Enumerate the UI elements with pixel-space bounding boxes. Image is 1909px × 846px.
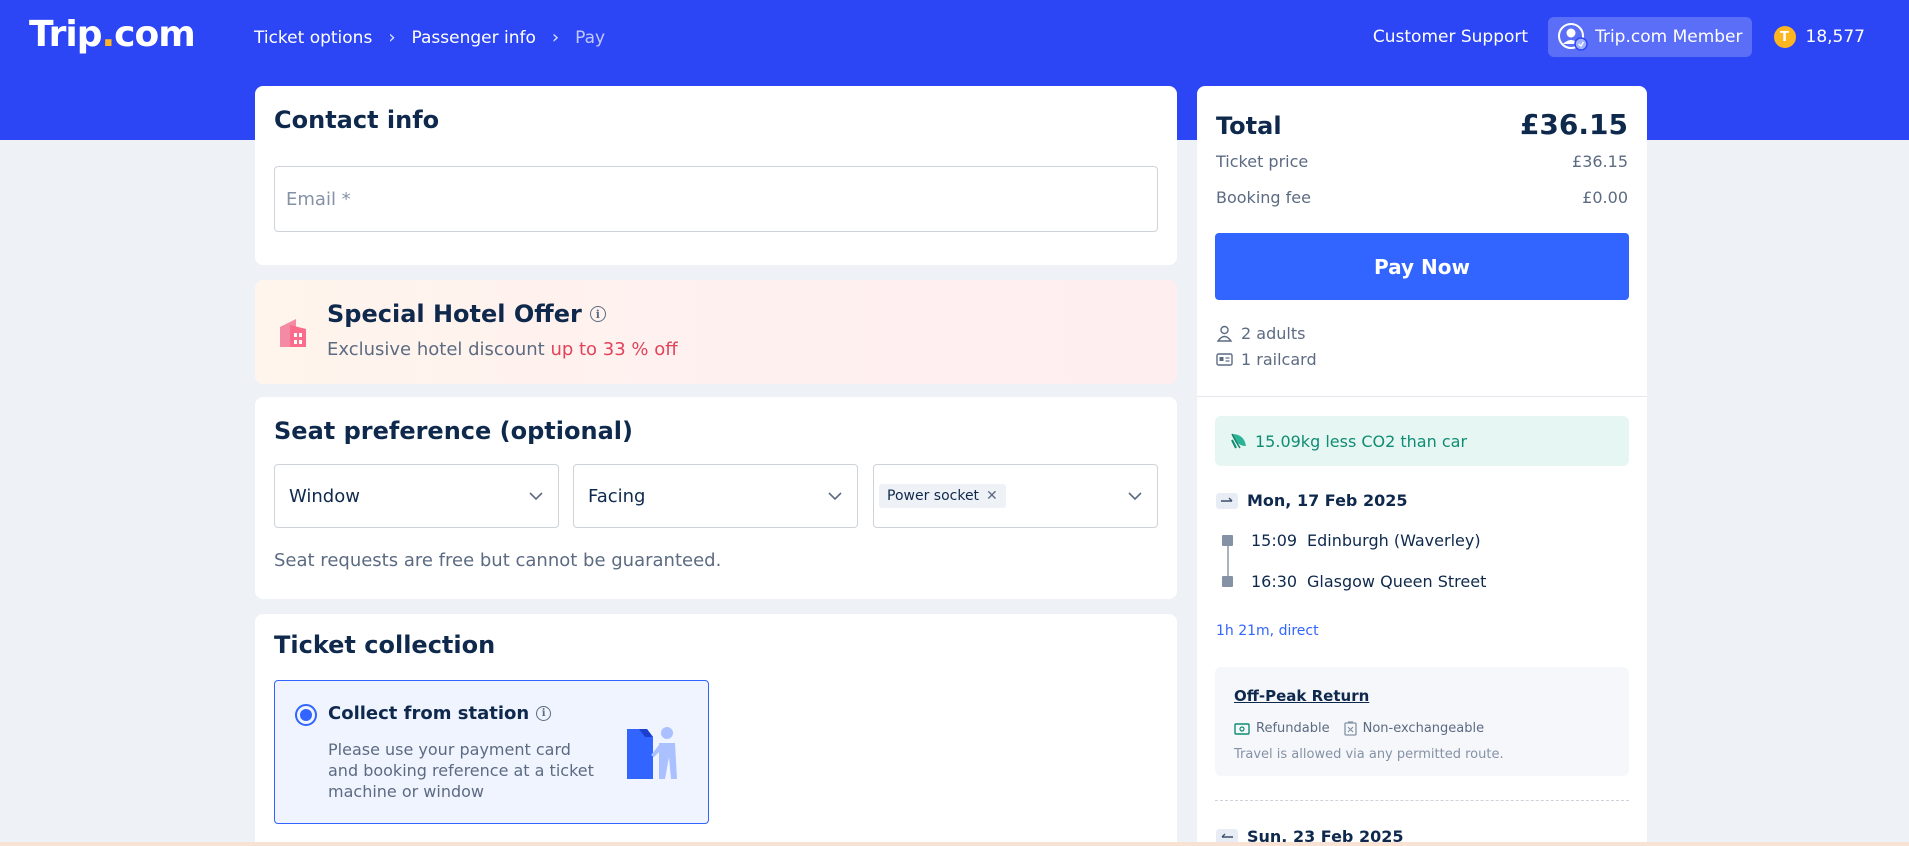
seat-direction-select[interactable]: Facing: [573, 464, 858, 528]
user-avatar-icon: [1557, 21, 1589, 53]
info-icon[interactable]: i: [589, 306, 606, 322]
email-field[interactable]: [274, 166, 1158, 232]
seat-preference-title: Seat preference (optional): [274, 417, 633, 445]
total-amount: £36.15: [1519, 108, 1628, 141]
collect-from-station-option[interactable]: Collect from station i Please use your p…: [274, 680, 709, 824]
booking-fee-label: Booking fee: [1216, 188, 1311, 207]
member-button[interactable]: Trip.com Member: [1548, 17, 1752, 57]
seat-position-value: Window: [289, 485, 360, 507]
seat-preference-note: Seat requests are free but cannot be gua…: [274, 550, 722, 571]
power-socket-tag-label: Power socket: [887, 488, 980, 504]
co2-savings-text: 15.09kg less CO2 than car: [1255, 431, 1468, 451]
total-row: Total £36.15: [1216, 108, 1628, 141]
adults-row: 2 adults: [1216, 324, 1305, 343]
top-header: Trip.com Ticket options › Passenger info…: [0, 0, 1909, 76]
collect-option-title: Collect from station i: [328, 703, 552, 724]
seat-features-select[interactable]: Power socket ✕: [873, 464, 1158, 528]
booking-fee-row: Booking fee £0.00: [1216, 188, 1628, 207]
person-icon: [1216, 325, 1233, 342]
leaf-icon: [1231, 433, 1246, 449]
railcard-count: 1 railcard: [1241, 350, 1317, 369]
refundable-feature: Refundable: [1234, 721, 1330, 736]
hotel-building-icon: [276, 313, 310, 351]
chevron-down-icon: [1128, 492, 1142, 501]
chevron-right-icon: ›: [551, 27, 560, 48]
header-right: Customer Support Trip.com Member T 18,57…: [1373, 17, 1865, 57]
fare-features: Refundable Non-exchangeable: [1234, 721, 1498, 736]
railcard-row: 1 railcard: [1216, 350, 1317, 369]
stop-marker: [1222, 535, 1233, 546]
fare-type-link[interactable]: Off-Peak Return: [1234, 687, 1369, 705]
outbound-date-row: Mon, 17 Feb 2025: [1216, 491, 1407, 510]
refundable-label: Refundable: [1256, 721, 1330, 736]
no-exchange-icon: [1343, 721, 1357, 736]
ticket-collection-card: Ticket collection Collect from station i…: [255, 614, 1177, 846]
fare-route-note: Travel is allowed via any permitted rout…: [1234, 747, 1504, 762]
price-summary-card: Total £36.15 Ticket price £36.15 Booking…: [1197, 86, 1647, 846]
collect-radio-button[interactable]: [295, 704, 317, 726]
breadcrumb-passenger-info[interactable]: Passenger info: [412, 28, 536, 48]
collect-option-title-text: Collect from station: [328, 703, 530, 724]
trip-logo[interactable]: Trip.com: [29, 14, 196, 55]
ticket-collection-title: Ticket collection: [274, 631, 496, 659]
hotel-offer-subtitle: Exclusive hotel discount up to 33 % off: [327, 339, 678, 360]
dashed-divider: [1215, 800, 1629, 801]
remove-tag-icon[interactable]: ✕: [986, 488, 998, 504]
railcard-icon: [1216, 353, 1233, 366]
departure-time: 15:09: [1251, 531, 1298, 550]
section-divider: [1197, 396, 1647, 397]
info-icon[interactable]: i: [536, 706, 552, 721]
ticket-price-label: Ticket price: [1216, 152, 1309, 171]
points-balance[interactable]: 18,577: [1806, 27, 1865, 47]
refund-icon: [1234, 722, 1250, 735]
fare-details-box: Off-Peak Return Refundable Non-exchangea…: [1215, 667, 1629, 776]
non-exchangeable-feature: Non-exchangeable: [1343, 721, 1485, 736]
chevron-down-icon: [828, 492, 842, 501]
non-exchangeable-label: Non-exchangeable: [1362, 721, 1485, 736]
customer-support-link[interactable]: Customer Support: [1373, 27, 1528, 47]
hotel-offer-subtitle-text: Exclusive hotel discount: [327, 339, 551, 360]
breadcrumb-pay: Pay: [575, 27, 606, 48]
ticket-price-row: Ticket price £36.15: [1216, 152, 1628, 171]
arrival-time: 16:30: [1251, 572, 1298, 591]
outbound-arrow-icon: [1216, 492, 1238, 509]
seat-preference-card: Seat preference (optional) Window Facing…: [255, 397, 1177, 599]
ticket-machine-icon: [625, 723, 685, 783]
contact-info-card: Contact info: [255, 86, 1177, 265]
bottom-edge: [0, 842, 1909, 846]
breadcrumb-ticket-options[interactable]: Ticket options: [254, 28, 372, 48]
hotel-offer-title: Special Hotel Offer i: [327, 300, 606, 328]
arrival-stop: 16:30 Glasgow Queen Street: [1216, 572, 1486, 591]
outbound-date: Mon, 17 Feb 2025: [1247, 491, 1408, 510]
trip-coin-icon: T: [1773, 26, 1796, 48]
booking-fee-value: £0.00: [1582, 188, 1628, 207]
chevron-down-icon: [529, 492, 543, 501]
chevron-right-icon: ›: [388, 27, 396, 48]
seat-position-select[interactable]: Window: [274, 464, 559, 528]
co2-savings-banner: 15.09kg less CO2 than car: [1215, 416, 1629, 466]
departure-station: Edinburgh (Waverley): [1307, 531, 1481, 550]
departure-stop: 15:09 Edinburgh (Waverley): [1216, 531, 1481, 550]
total-label: Total: [1216, 112, 1282, 140]
member-label: Trip.com Member: [1595, 27, 1743, 47]
collect-option-description: Please use your payment card and booking…: [328, 740, 594, 801]
contact-info-title: Contact info: [274, 106, 440, 134]
hotel-offer-card[interactable]: Special Hotel Offer i Exclusive hotel di…: [255, 280, 1177, 384]
stop-marker: [1222, 576, 1233, 587]
hotel-offer-title-text: Special Hotel Offer: [327, 300, 582, 328]
arrival-station: Glasgow Queen Street: [1307, 572, 1487, 591]
power-socket-tag: Power socket ✕: [879, 484, 1006, 508]
breadcrumb: Ticket options › Passenger info › Pay: [254, 27, 605, 48]
hotel-discount-highlight: up to 33 % off: [550, 339, 678, 360]
pay-now-button[interactable]: Pay Now: [1215, 233, 1629, 300]
adults-count: 2 adults: [1241, 324, 1306, 343]
seat-direction-value: Facing: [588, 485, 646, 507]
ticket-price-value: £36.15: [1572, 152, 1628, 171]
journey-duration[interactable]: 1h 21m, direct: [1216, 623, 1319, 639]
